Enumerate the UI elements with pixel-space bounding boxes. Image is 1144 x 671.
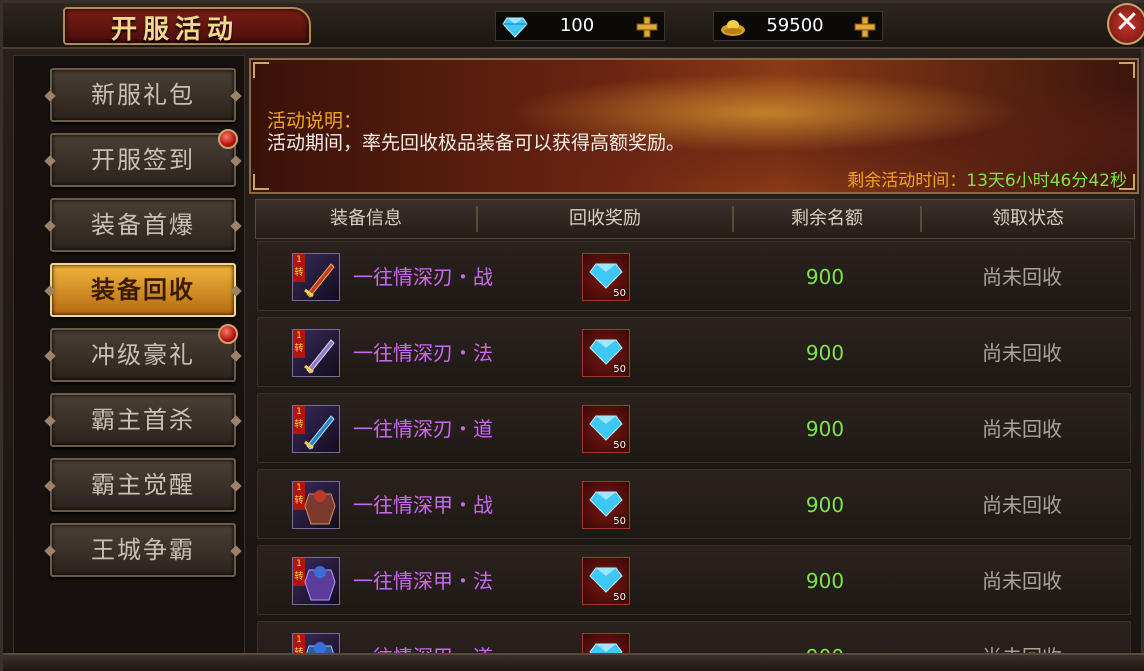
remaining-quota: 900	[805, 341, 845, 365]
remaining-quota: 900	[798, 622, 852, 653]
remaining-time: 剩余活动时间：13天6小时46分42秒	[847, 166, 1127, 191]
remaining-quota: 900	[805, 493, 845, 517]
gold-currency: 59500	[713, 11, 883, 41]
sidebar-item-label: 冲级豪礼	[91, 341, 195, 369]
reward-diamond-icon[interactable]: 50	[582, 329, 630, 377]
table-row: 1转 一往情深甲・道 50 900 尚未回收	[257, 621, 1131, 653]
bottom-frame	[3, 653, 1144, 671]
table-row: 1转 一往情深刃・法 50 900 尚未回收	[257, 317, 1131, 387]
gold-value: 59500	[766, 15, 824, 36]
sidebar-item-label: 装备回收	[91, 276, 195, 304]
item-name: 一往情深刃・法	[353, 341, 493, 365]
armor-icon[interactable]: 1转	[292, 557, 340, 605]
notification-dot	[218, 324, 238, 344]
reward-diamond-icon[interactable]: 50	[582, 481, 630, 529]
claim-status: 尚未回收	[982, 265, 1062, 289]
description-text: 活动期间，率先回收极品装备可以获得高额奖励。	[267, 132, 686, 154]
sidebar: 新服礼包 开服签到 装备首爆 装备回收 冲级豪礼 霸主首杀 霸主觉醒 王城争霸	[13, 55, 245, 667]
claim-status: 尚未回收	[982, 493, 1062, 517]
column-header-status: 领取状态	[992, 208, 1064, 229]
table-row: 1转 一往情深刃・战 50 900 尚未回收	[257, 241, 1131, 311]
remaining-quota: 900	[805, 569, 845, 593]
sword-icon[interactable]: 1转	[292, 253, 340, 301]
claim-status: 尚未回收	[982, 622, 1062, 653]
item-name: 一往情深甲・战	[353, 493, 493, 517]
window-title: 开服活动	[111, 15, 240, 45]
reward-diamond-icon[interactable]: 50	[582, 633, 630, 653]
gold-ingot-icon	[721, 20, 745, 36]
diamond-icon	[502, 17, 528, 38]
add-diamond-button[interactable]	[634, 15, 660, 39]
add-gold-button[interactable]	[852, 15, 878, 39]
sidebar-item-label: 新服礼包	[91, 81, 195, 109]
item-name: 一往情深甲・道	[353, 622, 493, 653]
table-header: 装备信息 回收奖励 剩余名额 领取状态	[255, 199, 1135, 239]
claim-status: 尚未回收	[982, 569, 1062, 593]
column-header-reward: 回收奖励	[569, 208, 641, 229]
timer-label: 剩余活动时间：	[847, 171, 967, 191]
sidebar-item-boss-awaken[interactable]: 霸主觉醒	[50, 458, 236, 512]
column-header-remaining: 剩余名额	[791, 208, 863, 229]
diamond-currency: 100	[495, 11, 665, 41]
sidebar-item-label: 霸主觉醒	[91, 471, 195, 499]
sidebar-item-first-drop[interactable]: 装备首爆	[50, 198, 236, 252]
banner-corner	[253, 62, 269, 78]
reward-diamond-icon[interactable]: 50	[582, 253, 630, 301]
notification-dot	[218, 129, 238, 149]
table-row: 1转 一往情深甲・战 50 900 尚未回收	[257, 469, 1131, 539]
banner-corner	[1119, 62, 1135, 78]
reward-quantity: 50	[613, 592, 626, 603]
event-window: 开服活动 100 59500 ✕ 新服礼包 开服签到 装备首爆 装备回收 冲级豪…	[0, 0, 1144, 671]
close-icon: ✕	[1114, 5, 1140, 40]
sidebar-item-new-server-gift[interactable]: 新服礼包	[50, 68, 236, 122]
event-banner: 活动说明： 活动期间，率先回收极品装备可以获得高额奖励。 剩余活动时间：13天6…	[249, 58, 1139, 194]
remaining-quota: 900	[805, 265, 845, 289]
remaining-quota: 900	[805, 417, 845, 441]
armor-icon[interactable]: 1转	[292, 633, 340, 653]
item-name: 一往情深刃・战	[353, 265, 493, 289]
recycle-list[interactable]: 1转 一往情深刃・战 50 900 尚未回收 1转 一往情深刃・法 50 900	[255, 241, 1135, 653]
reward-diamond-icon[interactable]: 50	[582, 557, 630, 605]
close-button[interactable]: ✕	[1107, 3, 1144, 45]
sidebar-item-boss-kill[interactable]: 霸主首杀	[50, 393, 236, 447]
sidebar-item-castle-war[interactable]: 王城争霸	[50, 523, 236, 577]
sidebar-item-label: 开服签到	[91, 146, 195, 174]
table-row: 1转 一往情深甲・法 50 900 尚未回收	[257, 545, 1131, 615]
sidebar-item-label: 王城争霸	[91, 536, 195, 564]
diamond-value: 100	[559, 15, 595, 36]
item-name: 一往情深刃・道	[353, 417, 493, 441]
sidebar-item-sign-in[interactable]: 开服签到	[50, 129, 238, 187]
reward-quantity: 50	[613, 516, 626, 527]
timer-value: 13天6小时46分42秒	[966, 171, 1127, 191]
sword-icon[interactable]: 1转	[292, 405, 340, 453]
table-row: 1转 一往情深刃・道 50 900 尚未回收	[257, 393, 1131, 463]
armor-icon[interactable]: 1转	[292, 481, 340, 529]
claim-status: 尚未回收	[982, 417, 1062, 441]
reward-quantity: 50	[613, 288, 626, 299]
item-name: 一往情深甲・法	[353, 569, 493, 593]
claim-status: 尚未回收	[982, 341, 1062, 365]
column-header-equipment: 装备信息	[330, 208, 402, 229]
reward-diamond-icon[interactable]: 50	[582, 405, 630, 453]
sidebar-item-recycle[interactable]: 装备回收	[50, 263, 236, 317]
reward-quantity: 50	[613, 364, 626, 375]
top-bar: 开服活动 100 59500 ✕	[3, 3, 1144, 49]
banner-corner	[253, 174, 269, 190]
reward-quantity: 50	[613, 440, 626, 451]
sword-icon[interactable]: 1转	[292, 329, 340, 377]
sidebar-item-label: 装备首爆	[91, 211, 195, 239]
sidebar-item-level-gift[interactable]: 冲级豪礼	[50, 324, 238, 382]
sidebar-item-label: 霸主首杀	[91, 406, 195, 434]
